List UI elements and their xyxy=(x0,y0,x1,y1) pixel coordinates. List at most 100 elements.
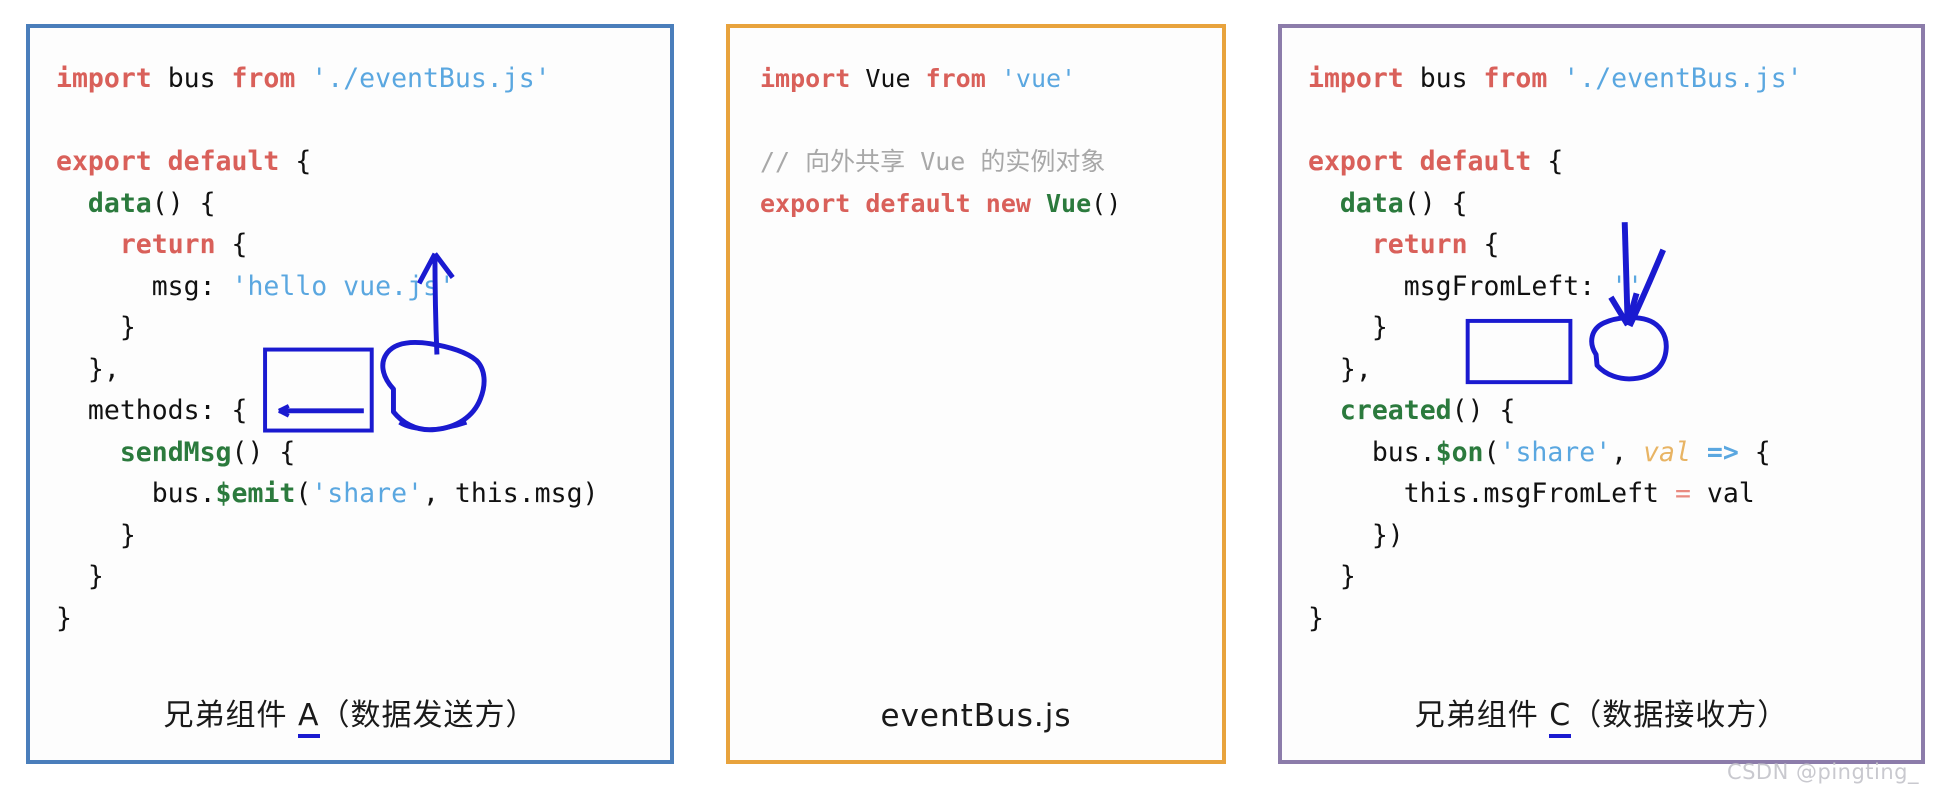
code-token: sendMsg xyxy=(119,436,232,468)
code-token: return xyxy=(119,229,232,260)
code-token: () { xyxy=(231,436,296,468)
code-line: } xyxy=(1308,307,1921,349)
code-line: return { xyxy=(1308,224,1921,266)
code-line: }, xyxy=(56,349,670,391)
code-line: } xyxy=(1308,556,1921,598)
code-token: } xyxy=(1308,312,1388,343)
code-token: import xyxy=(760,64,866,93)
code-line: // 向外共享 Vue 的实例对象 xyxy=(760,141,1222,183)
code-token: export default xyxy=(1308,146,1548,177)
code-token: export default new xyxy=(760,188,1046,218)
code-line: }) xyxy=(1308,515,1921,557)
code-line: data() { xyxy=(1308,183,1921,225)
code-token: , xyxy=(1611,436,1644,468)
code-token: this.msgFromLeft xyxy=(1308,478,1675,509)
code-token: () xyxy=(1091,188,1122,218)
code-line: export default { xyxy=(56,141,670,183)
code-block-component-a: import bus from './eventBus.js' export d… xyxy=(30,28,670,690)
code-token: 'share' xyxy=(311,478,423,509)
code-token: () { xyxy=(1451,395,1516,426)
caption-underlined-letter: C xyxy=(1549,698,1572,738)
code-line: return { xyxy=(56,224,670,266)
code-token: () { xyxy=(1403,187,1468,219)
code-token: $on xyxy=(1435,436,1484,468)
caption-text: （数据接收方） xyxy=(1571,698,1789,733)
code-token: ( xyxy=(295,478,312,509)
code-token: methods: { xyxy=(56,395,248,426)
code-token: bus xyxy=(1419,63,1484,94)
code-token: 'hello vue.js' xyxy=(231,270,455,302)
code-token: 'vue' xyxy=(1000,64,1077,93)
caption-event-bus: eventBus.js xyxy=(880,698,1072,734)
code-line: }, xyxy=(1308,349,1921,391)
code-token: return xyxy=(1371,229,1484,260)
code-token: => xyxy=(1690,436,1755,468)
code-token: } xyxy=(1308,561,1356,592)
code-line: methods: { xyxy=(56,390,670,432)
code-token: } xyxy=(56,602,72,634)
diagram-board: import bus from './eventBus.js' export d… xyxy=(0,0,1937,792)
code-token: bus. xyxy=(1308,436,1436,468)
code-token: } xyxy=(56,561,104,592)
code-token: { xyxy=(1754,436,1771,468)
code-line: created() { xyxy=(1308,390,1921,432)
code-token: { xyxy=(1547,146,1564,177)
code-token: }, xyxy=(56,353,120,385)
code-token: from xyxy=(231,63,312,94)
caption-underlined-letter: A xyxy=(298,698,320,738)
caption-component-c: 兄弟组件 C（数据接收方） xyxy=(1282,690,1921,760)
code-line: import Vue from 'vue' xyxy=(760,58,1222,100)
code-token: msgFromLeft: xyxy=(1308,270,1612,302)
code-token: }) xyxy=(1308,519,1404,551)
code-line: msgFromLeft: '' xyxy=(1308,266,1921,308)
watermark: CSDN @pingting_ xyxy=(1726,760,1919,784)
code-token: './eventBus.js' xyxy=(311,63,551,94)
code-line: import bus from './eventBus.js' xyxy=(56,58,670,100)
code-token: 'share' xyxy=(1499,436,1612,468)
code-line: export default { xyxy=(1308,141,1921,183)
code-token: data xyxy=(87,187,152,219)
code-line: bus.$on('share', val => { xyxy=(1308,432,1921,474)
code-token: } xyxy=(56,312,136,343)
code-token: from xyxy=(1483,63,1564,94)
code-token: { xyxy=(231,229,248,260)
code-token: import xyxy=(56,63,168,94)
code-line: } xyxy=(56,515,670,557)
panel-component-c: import bus from './eventBus.js' export d… xyxy=(1278,24,1925,764)
code-token: val xyxy=(1690,478,1755,509)
code-line: bus.$emit('share', this.msg) xyxy=(56,473,670,515)
code-token: } xyxy=(1308,602,1324,634)
code-token: { xyxy=(295,146,312,177)
code-token: Vue xyxy=(865,64,926,93)
code-token: { xyxy=(1483,229,1500,260)
code-token: = xyxy=(1674,478,1691,509)
code-token: data xyxy=(1339,187,1404,219)
code-block-component-c: import bus from './eventBus.js' export d… xyxy=(1282,28,1921,690)
code-token: './eventBus.js' xyxy=(1563,63,1803,94)
code-line: } xyxy=(1308,598,1921,640)
caption-component-a: 兄弟组件 A（数据发送方） xyxy=(30,690,670,760)
code-token: Vue xyxy=(1045,188,1092,218)
code-token: msg: xyxy=(56,270,232,302)
code-line: sendMsg() { xyxy=(56,432,670,474)
code-token: // 向外共享 Vue 的实例对象 xyxy=(760,147,1106,176)
code-token: ( xyxy=(1483,436,1500,468)
code-token: import xyxy=(1308,63,1420,94)
code-line: } xyxy=(56,307,670,349)
caption-text: 兄弟组件 xyxy=(163,698,298,733)
code-token: } xyxy=(56,519,136,551)
panel-component-a: import bus from './eventBus.js' export d… xyxy=(26,24,674,764)
code-line: msg: 'hello vue.js' xyxy=(56,266,670,308)
panel-event-bus: import Vue from 'vue' // 向外共享 Vue 的实例对象 e… xyxy=(726,24,1226,764)
code-line: data() { xyxy=(56,183,670,225)
code-token: bus. xyxy=(56,478,216,509)
code-line: } xyxy=(56,598,670,640)
